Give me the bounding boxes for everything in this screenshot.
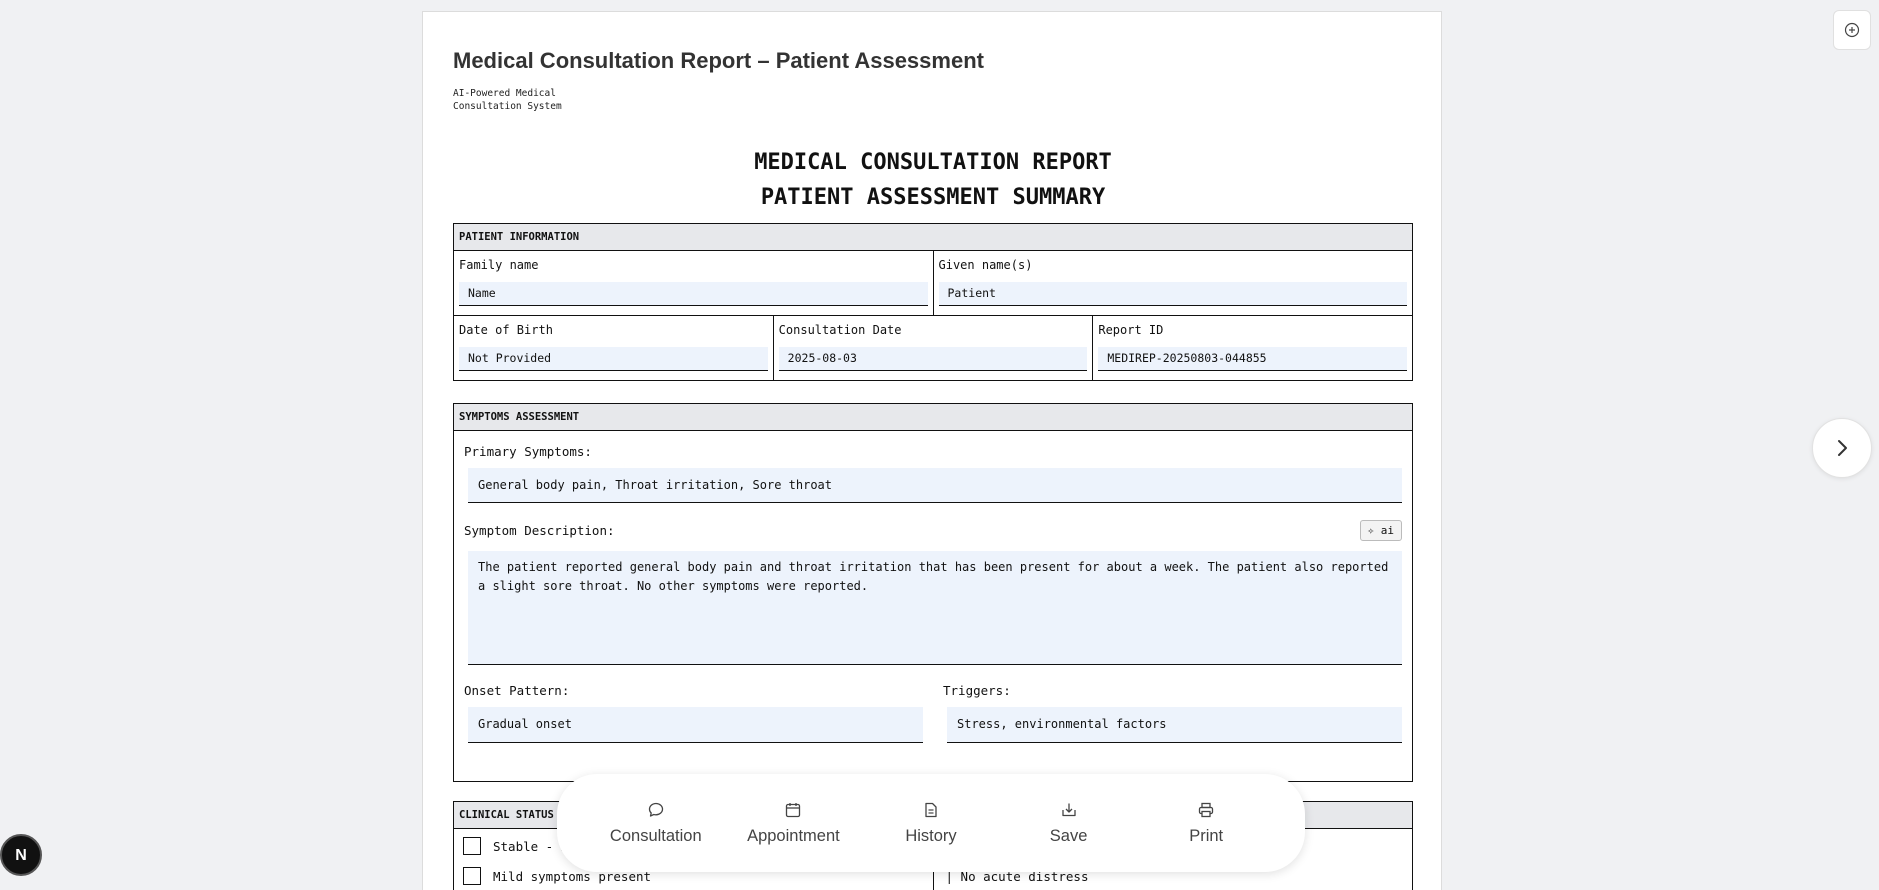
symptom-description-field[interactable]: The patient reported general body pain a… <box>468 551 1402 665</box>
n-logo-icon: N <box>15 847 27 864</box>
appointment-label: Appointment <box>747 826 840 845</box>
given-name-label: Given name(s) <box>938 258 1033 272</box>
triggers-label: Triggers: <box>943 683 1011 698</box>
printer-icon <box>1199 802 1214 817</box>
consultation-date-field[interactable]: 2025-08-03 <box>778 347 1088 371</box>
page-title: Medical Consultation Report – Patient As… <box>453 48 984 73</box>
chat-icon <box>648 802 663 817</box>
document-title-line-1: MEDICAL CONSULTATION REPORT <box>754 150 1112 175</box>
history-label: History <box>905 826 957 845</box>
document-icon <box>925 802 937 817</box>
next-page-button[interactable] <box>1812 418 1872 478</box>
system-subtitle: AI-Powered Medical Consultation System <box>453 88 562 112</box>
print-button[interactable]: Print <box>1146 801 1266 846</box>
add-icon-button[interactable] <box>1833 10 1871 50</box>
svg-text:N: N <box>15 847 27 864</box>
section-heading: PATIENT INFORMATION <box>454 224 1412 251</box>
history-button[interactable]: History <box>871 801 991 846</box>
stable-option-label: Stable - N <box>493 838 569 854</box>
action-dock: Consultation Appointment History Save Pr… <box>557 774 1305 872</box>
family-name-field[interactable]: Name <box>459 282 928 306</box>
symptoms-assessment-section: SYMPTOMS ASSESSMENT Primary Symptoms: Ge… <box>453 403 1413 782</box>
report-sheet: Medical Consultation Report – Patient As… <box>422 11 1442 890</box>
ai-assist-button[interactable]: ✧ ai <box>1359 520 1402 541</box>
plus-circle-icon <box>1844 22 1860 38</box>
calendar-icon <box>786 802 801 817</box>
onset-pattern-field[interactable]: Gradual onset <box>468 707 923 743</box>
stable-checkbox[interactable] <box>463 837 481 855</box>
app-badge[interactable]: N <box>0 834 42 876</box>
primary-symptoms-field[interactable]: General body pain, Throat irritation, So… <box>468 468 1402 503</box>
download-icon <box>1061 803 1076 816</box>
primary-symptoms-label: Primary Symptoms: <box>464 444 592 459</box>
section-heading: SYMPTOMS ASSESSMENT <box>454 404 1412 431</box>
print-label: Print <box>1189 826 1224 845</box>
appointment-button[interactable]: Appointment <box>733 801 853 846</box>
patient-information-section: PATIENT INFORMATION Family name Name Giv… <box>453 223 1413 381</box>
save-button[interactable]: Save <box>1009 801 1129 846</box>
dob-label: Date of Birth <box>459 323 553 337</box>
triggers-field[interactable]: Stress, environmental factors <box>947 707 1402 743</box>
report-id-label: Report ID <box>1098 323 1164 337</box>
given-name-field[interactable]: Patient <box>938 282 1407 306</box>
family-name-label: Family name <box>459 258 539 272</box>
chevron-right-icon <box>1838 440 1847 456</box>
dob-field[interactable]: Not Provided <box>459 347 768 371</box>
report-id-field[interactable]: MEDIREP-20250803-044855 <box>1098 347 1408 371</box>
onset-pattern-label: Onset Pattern: <box>464 683 570 698</box>
symptom-description-label: Symptom Description: <box>464 523 615 538</box>
save-label: Save <box>1049 826 1088 845</box>
consultation-label: Consultation <box>609 826 702 845</box>
consultation-button[interactable]: Consultation <box>596 801 716 846</box>
document-title-line-2: PATIENT ASSESSMENT SUMMARY <box>760 185 1106 210</box>
consultation-date-label: Consultation Date <box>778 323 902 337</box>
document-title: MEDICAL CONSULTATION REPORT PATIENT ASSE… <box>453 145 1413 215</box>
mild-symptoms-checkbox[interactable] <box>463 867 481 885</box>
